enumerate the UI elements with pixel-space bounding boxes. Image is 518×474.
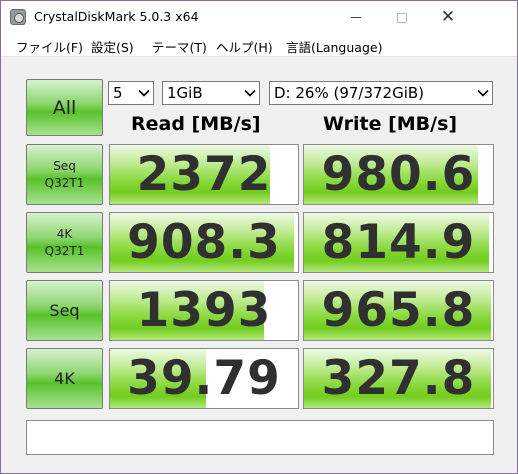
write-result-cell: 980.6 (303, 144, 494, 205)
read-result-cell: 39.79 (109, 348, 299, 409)
window-title: CrystalDiskMark 5.0.3 x64 (34, 9, 199, 24)
write-value: 965.8 (321, 283, 476, 338)
menu-language[interactable]: 言語(Language) (286, 37, 382, 56)
menu-help[interactable]: ヘルプ(H) (216, 37, 273, 56)
4k-button[interactable]: 4K (26, 348, 103, 409)
drive-select[interactable]: D: 26% (97/372GiB) (269, 81, 493, 105)
test-size-value: 1GiB (167, 84, 203, 102)
test-size-select[interactable]: 1GiB (162, 81, 260, 105)
test-count-value: 5 (113, 84, 123, 102)
read-result-cell: 908.3 (109, 212, 299, 273)
write-value: 814.9 (321, 215, 476, 270)
read-value: 2372 (136, 147, 272, 202)
read-value: 908.3 (127, 215, 281, 270)
app-window: CrystalDiskMark 5.0.3 x64 ✕ ファイル(F) 設定(S… (0, 0, 518, 474)
write-result-cell: 327.8 (303, 348, 494, 409)
minimize-button[interactable] (333, 1, 379, 34)
app-disk-icon (10, 9, 26, 25)
row-label-line1: 4K (56, 226, 73, 241)
write-value: 980.6 (321, 147, 476, 202)
write-value: 327.8 (321, 351, 476, 406)
drive-value: D: 26% (97/372GiB) (274, 84, 425, 102)
row-label-line2: Q32T1 (44, 243, 85, 258)
chevron-down-icon (138, 89, 150, 97)
menu-bar: ファイル(F) 設定(S) テーマ(T) ヘルプ(H) 言語(Language) (1, 34, 517, 57)
menu-theme[interactable]: テーマ(T) (152, 37, 207, 56)
menu-settings[interactable]: 設定(S) (91, 37, 134, 56)
close-icon: ✕ (440, 7, 456, 27)
write-column-header: Write [MB/s] (323, 113, 458, 135)
all-tests-button[interactable]: All (26, 79, 103, 136)
write-result-cell: 965.8 (303, 280, 494, 341)
read-result-cell: 2372 (109, 144, 299, 205)
chevron-down-icon (244, 89, 256, 97)
minimize-icon (351, 17, 361, 18)
maximize-icon (397, 12, 407, 23)
seq-button[interactable]: Seq (26, 280, 103, 341)
menu-file[interactable]: ファイル(F) (16, 37, 83, 56)
seq-q32t1-button[interactable]: Seq Q32T1 (26, 144, 103, 205)
status-box (26, 420, 494, 455)
read-value: 1393 (136, 283, 272, 338)
row-label-line2: Q32T1 (44, 175, 85, 190)
read-value: 39.79 (127, 351, 281, 406)
write-result-cell: 814.9 (303, 212, 494, 273)
maximize-button[interactable] (379, 1, 425, 34)
chevron-down-icon (477, 89, 489, 97)
row-label-line1: Seq (53, 158, 76, 173)
read-result-cell: 1393 (109, 280, 299, 341)
4k-q32t1-button[interactable]: 4K Q32T1 (26, 212, 103, 273)
read-column-header: Read [MB/s] (131, 113, 261, 135)
test-count-select[interactable]: 5 (108, 81, 154, 105)
close-button[interactable]: ✕ (425, 1, 471, 34)
title-bar: CrystalDiskMark 5.0.3 x64 ✕ (1, 1, 517, 34)
